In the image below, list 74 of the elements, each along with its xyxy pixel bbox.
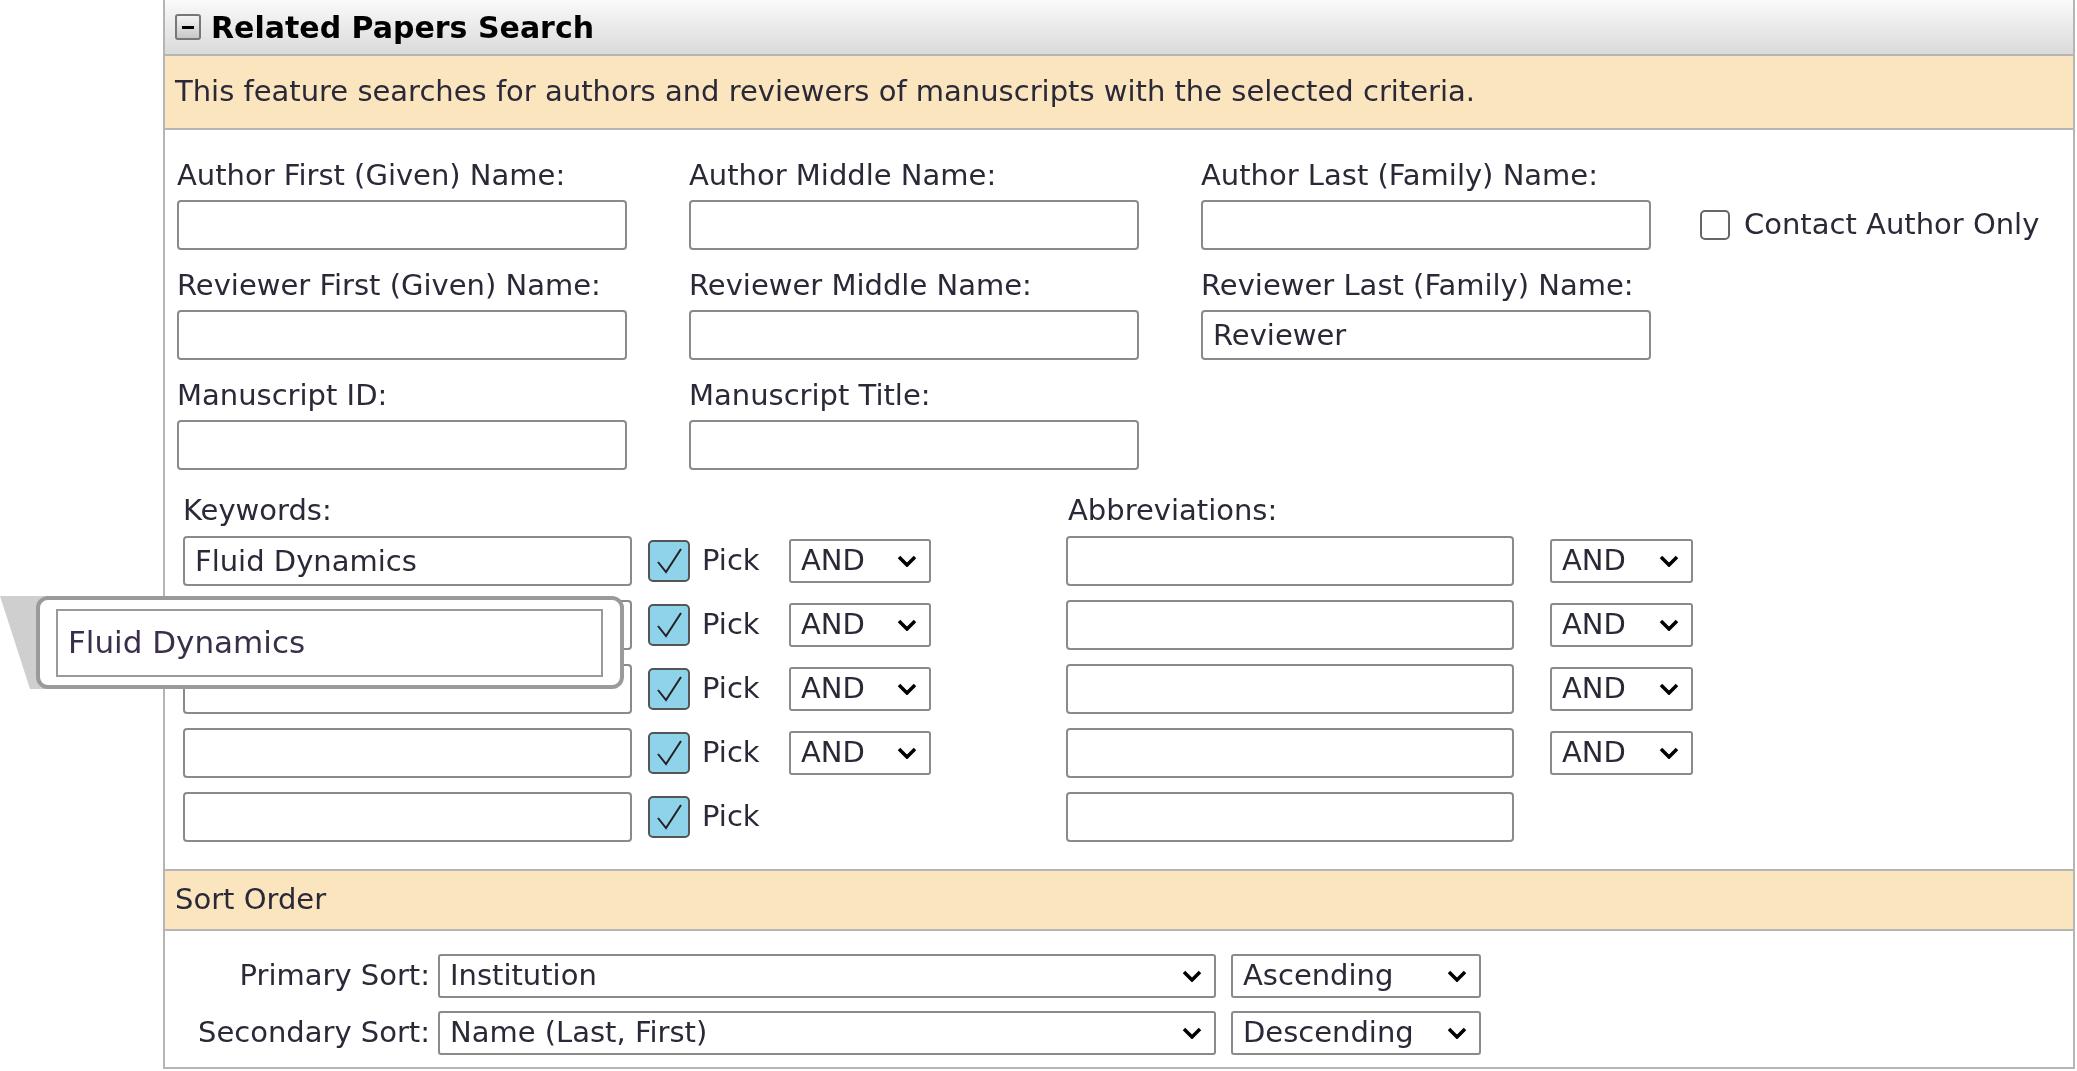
chevron-down-icon bbox=[1659, 619, 1679, 631]
field-label: Primary Sort: bbox=[238, 957, 431, 995]
field-value: Fluid Dynamics bbox=[68, 623, 306, 663]
checkmark-icon bbox=[654, 738, 684, 768]
collapse-icon[interactable] bbox=[175, 14, 201, 40]
chevron-down-icon bbox=[1659, 747, 1679, 759]
text-field[interactable] bbox=[177, 310, 627, 360]
pick-label: Pick bbox=[702, 734, 761, 772]
dropdown[interactable]: Ascending bbox=[1231, 954, 1481, 998]
chevron-down-icon bbox=[1182, 970, 1202, 982]
checkmark-icon bbox=[654, 610, 684, 640]
dropdown[interactable]: Institution bbox=[438, 954, 1216, 998]
dropdown[interactable]: AND bbox=[789, 539, 931, 583]
text-field[interactable] bbox=[1066, 792, 1514, 842]
field-label: Author Middle Name: bbox=[689, 158, 998, 192]
text-field[interactable] bbox=[1201, 200, 1651, 250]
text-field[interactable] bbox=[689, 310, 1139, 360]
checkbox[interactable] bbox=[1700, 210, 1730, 240]
section-title: Sort Order bbox=[175, 881, 327, 919]
field-label: Reviewer First (Given) Name: bbox=[177, 268, 602, 302]
text-field[interactable] bbox=[689, 200, 1139, 250]
chevron-down-icon bbox=[1447, 1027, 1467, 1039]
section-label: Abbreviations: bbox=[1068, 493, 1279, 527]
pick-label: Pick bbox=[702, 798, 761, 836]
text-field[interactable] bbox=[689, 420, 1139, 470]
checkmark-icon bbox=[654, 546, 684, 576]
field-label: Manuscript Title: bbox=[689, 378, 932, 412]
checkbox-label: Contact Author Only bbox=[1744, 206, 2040, 244]
section-label: Keywords: bbox=[183, 493, 333, 527]
text-field[interactable]: Fluid Dynamics bbox=[183, 536, 632, 586]
field-label: Secondary Sort: bbox=[197, 1014, 431, 1052]
text-field[interactable] bbox=[1066, 664, 1514, 714]
pick-label: Pick bbox=[702, 606, 761, 644]
info-text: This feature searches for authors and reviewers of manuscripts with the selected criteria. bbox=[175, 73, 1476, 111]
dropdown[interactable]: AND bbox=[789, 667, 931, 711]
checkbox[interactable] bbox=[648, 540, 690, 582]
checkbox[interactable] bbox=[648, 732, 690, 774]
text-field[interactable] bbox=[183, 728, 632, 778]
checkbox[interactable] bbox=[648, 604, 690, 646]
pick-label: Pick bbox=[702, 542, 761, 580]
dropdown[interactable]: AND bbox=[1550, 731, 1693, 775]
checkmark-icon bbox=[654, 674, 684, 704]
checkbox[interactable] bbox=[648, 796, 690, 838]
checkmark-icon bbox=[654, 802, 684, 832]
field-label: Manuscript ID: bbox=[177, 378, 389, 412]
chevron-down-icon bbox=[897, 619, 917, 631]
chevron-down-icon bbox=[1659, 555, 1679, 567]
chevron-down-icon bbox=[897, 555, 917, 567]
checkbox[interactable] bbox=[648, 668, 690, 710]
chevron-down-icon bbox=[897, 683, 917, 695]
panel-title: Related Papers Search bbox=[211, 8, 595, 47]
field-label: Reviewer Last (Family) Name: bbox=[1201, 268, 1635, 302]
dropdown[interactable]: Name (Last, First) bbox=[438, 1011, 1216, 1055]
chevron-down-icon bbox=[1447, 970, 1467, 982]
dropdown[interactable]: Descending bbox=[1231, 1011, 1481, 1055]
text-field[interactable]: Reviewer bbox=[1201, 310, 1651, 360]
field-label: Author Last (Family) Name: bbox=[1201, 158, 1599, 192]
text-field[interactable] bbox=[177, 200, 627, 250]
field-label: Author First (Given) Name: bbox=[177, 158, 567, 192]
dropdown[interactable]: AND bbox=[1550, 667, 1693, 711]
dropdown[interactable]: AND bbox=[789, 603, 931, 647]
field-label: Reviewer Middle Name: bbox=[689, 268, 1033, 302]
text-field[interactable] bbox=[1066, 536, 1514, 586]
text-field[interactable] bbox=[1066, 728, 1514, 778]
text-field[interactable] bbox=[177, 420, 627, 470]
chevron-down-icon bbox=[897, 747, 917, 759]
dropdown[interactable]: AND bbox=[1550, 603, 1693, 647]
chevron-down-icon bbox=[1182, 1027, 1202, 1039]
pick-label: Pick bbox=[702, 670, 761, 708]
dropdown[interactable]: AND bbox=[1550, 539, 1693, 583]
text-field[interactable] bbox=[1066, 600, 1514, 650]
text-field[interactable] bbox=[183, 792, 632, 842]
dropdown[interactable]: AND bbox=[789, 731, 931, 775]
chevron-down-icon bbox=[1659, 683, 1679, 695]
